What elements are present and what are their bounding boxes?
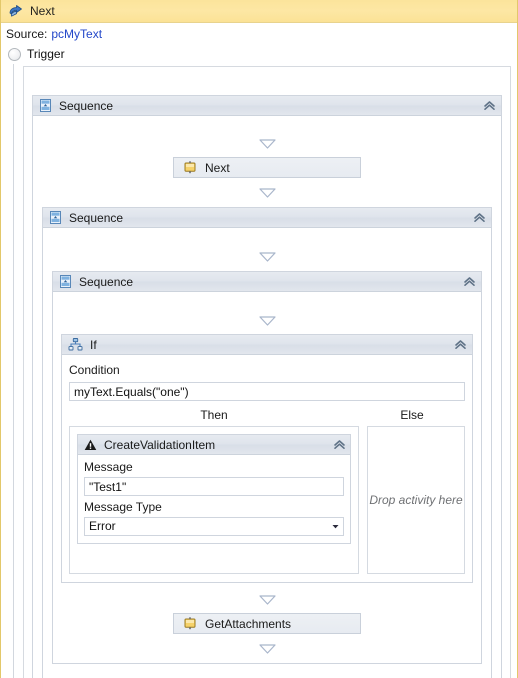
connector-arrow	[33, 138, 501, 149]
branch-boxes-row: CreateValidationItem Message "Test1" Mes…	[69, 426, 465, 574]
message-input[interactable]: "Test1"	[84, 477, 344, 496]
trigger-label: Trigger	[27, 47, 65, 61]
chevron-down-icon[interactable]	[327, 518, 343, 535]
trigger-connector-line	[13, 64, 14, 678]
source-link[interactable]: pcMyText	[51, 27, 102, 41]
window-title-bar: Next	[1, 0, 517, 23]
inner-sequence-bottom-spacer	[53, 653, 481, 663]
create-validation-item-activity[interactable]: CreateValidationItem Message "Test1" Mes…	[77, 434, 351, 544]
branch-labels-row: Then Else	[69, 408, 465, 422]
if-activity[interactable]: If Condition myText.Equals("one") Then E…	[61, 334, 473, 583]
condition-label: Condition	[69, 363, 120, 377]
triangle-down-connector-icon	[258, 594, 276, 605]
window-title: Next	[30, 4, 55, 18]
then-label: Then	[200, 408, 228, 422]
workflow-designer-window: Next Source: pcMyText Trigger Sequence N…	[0, 0, 518, 678]
condition-input[interactable]: myText.Equals("one")	[69, 382, 465, 401]
create-validation-item-title: CreateValidationItem	[104, 437, 216, 452]
sequence-outer-body: Next Sequence Sequence If Condition myTe…	[33, 138, 501, 678]
connector-arrow	[33, 187, 501, 198]
chevron-up-double-icon[interactable]	[483, 100, 496, 111]
connector-arrow	[43, 251, 491, 262]
activity-next-label: Next	[205, 160, 230, 175]
message-type-value: Error	[89, 519, 116, 533]
sequence-icon	[49, 211, 62, 224]
trigger-row[interactable]: Trigger	[1, 44, 517, 64]
sequence-middle-body: Sequence If Condition myText.Equals("one…	[43, 251, 491, 678]
source-row: Source: pcMyText	[1, 23, 517, 44]
warning-triangle-icon	[84, 439, 97, 451]
connector-arrow	[53, 643, 481, 654]
message-type-select[interactable]: Error	[84, 517, 344, 536]
sequence-outer[interactable]: Sequence Next Sequence Sequence If Condi…	[32, 95, 502, 678]
triangle-down-connector-icon	[258, 187, 276, 198]
sequence-outer-title: Sequence	[59, 98, 114, 113]
connector-arrow	[53, 315, 481, 326]
message-label: Message	[84, 460, 133, 474]
triangle-down-connector-icon	[258, 315, 276, 326]
else-label: Else	[400, 408, 424, 422]
chevron-up-double-icon[interactable]	[463, 276, 476, 287]
sequence-middle-title: Sequence	[69, 210, 124, 225]
create-validation-item-body: Message "Test1" Message Type Error	[78, 455, 350, 543]
activity-icon	[183, 161, 197, 174]
if-activity-body: Condition myText.Equals("one") Then Else	[62, 355, 472, 582]
chevron-up-double-icon[interactable]	[333, 439, 346, 450]
sequence-icon	[39, 99, 52, 112]
sequence-icon	[59, 275, 72, 288]
if-activity-title: If	[90, 337, 97, 352]
else-drop-placeholder: Drop activity here	[369, 493, 463, 507]
sequence-inner[interactable]: Sequence If Condition myText.Equals("one…	[52, 271, 482, 664]
activity-next[interactable]: Next	[173, 157, 361, 178]
triangle-down-connector-icon	[258, 251, 276, 262]
sequence-middle[interactable]: Sequence Sequence If Condition myText.Eq…	[42, 207, 492, 678]
middle-sequence-bottom-spacer	[43, 664, 491, 678]
sequence-outer-header[interactable]: Sequence	[33, 96, 501, 116]
if-branch-icon	[68, 338, 83, 351]
activity-icon	[183, 617, 197, 630]
sequence-inner-header[interactable]: Sequence	[53, 272, 481, 292]
source-label: Source:	[6, 26, 48, 41]
chevron-up-double-icon[interactable]	[473, 212, 486, 223]
then-branch-dropzone[interactable]: CreateValidationItem Message "Test1" Mes…	[69, 426, 359, 574]
workflow-canvas: Sequence Next Sequence Sequence If Condi…	[23, 66, 511, 678]
connector-arrow	[53, 594, 481, 605]
triangle-down-connector-icon	[258, 138, 276, 149]
message-type-label: Message Type	[84, 500, 162, 514]
triangle-down-connector-icon	[258, 643, 276, 654]
if-activity-header[interactable]: If	[62, 335, 472, 355]
trigger-bullet-icon	[8, 47, 21, 61]
sequence-middle-header[interactable]: Sequence	[43, 208, 491, 228]
activity-get-attachments-label: GetAttachments	[205, 616, 292, 631]
activity-get-attachments[interactable]: GetAttachments	[173, 613, 361, 634]
chevron-up-double-icon[interactable]	[454, 339, 467, 350]
else-branch-dropzone[interactable]: Drop activity here	[367, 426, 465, 574]
next-arrow-icon	[8, 4, 23, 18]
sequence-inner-body: If Condition myText.Equals("one") Then E…	[53, 315, 481, 663]
create-validation-item-header[interactable]: CreateValidationItem	[78, 435, 350, 455]
sequence-inner-title: Sequence	[79, 274, 134, 289]
